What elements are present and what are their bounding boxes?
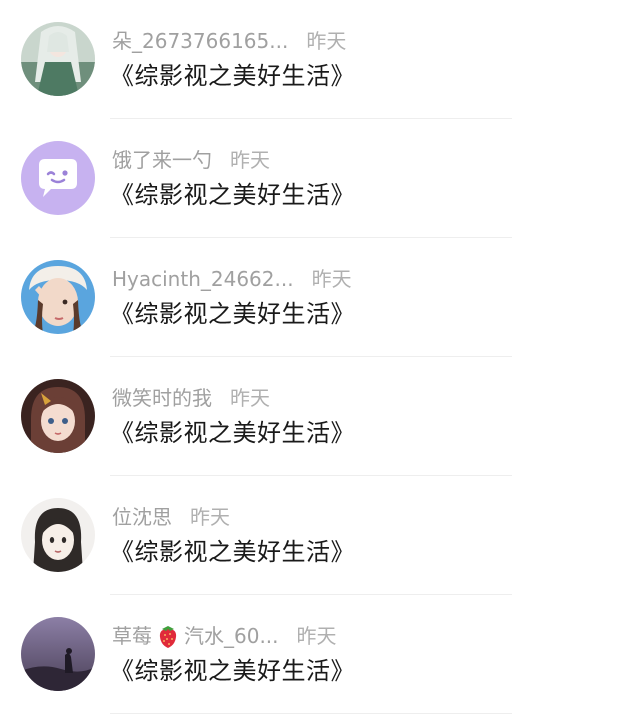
user-name[interactable]: 草莓 [112,622,152,650]
user-name[interactable]: 微笑时的我 [112,384,212,412]
girl-fur-hat-avatar [21,260,95,334]
timestamp: 昨天 [296,624,337,648]
user-name[interactable]: Hyacinth_24662... [112,265,294,293]
user-name[interactable]: 饿了来一勺 [112,146,212,174]
item-title[interactable]: 《综影视之美好生活》 [110,416,355,450]
anime-girl-dark-hair-avatar [21,379,95,453]
list-item[interactable]: 位沈思 昨天 《综影视之美好生活》 [0,476,640,595]
user-name-suffix[interactable]: 汽水_60... [184,622,279,650]
item-meta: 位沈思 昨天 [112,503,230,531]
purple-chat-bubble-face-avatar [21,141,95,215]
divider [110,713,512,714]
avatar[interactable] [21,22,95,96]
avatar[interactable] [21,260,95,334]
item-title[interactable]: 《综影视之美好生活》 [110,535,355,569]
list-item[interactable]: 饿了来一勺 昨天 《综影视之美好生活》 [0,119,640,238]
avatar[interactable] [21,379,95,453]
timestamp: 昨天 [311,267,352,291]
anime-girl-green-dress-avatar [21,22,95,96]
item-title[interactable]: 《综影视之美好生活》 [110,178,355,212]
item-meta: 饿了来一勺 昨天 [112,146,270,174]
purple-sky-silhouette-avatar [21,617,95,691]
avatar[interactable] [21,141,95,215]
list-item[interactable]: 草莓 汽水_60... 昨天 《综影视之美好生活》 [0,595,640,714]
item-meta: Hyacinth_24662... 昨天 [112,265,352,293]
item-title[interactable]: 《综影视之美好生活》 [110,297,355,331]
cartoon-girl-sketch-avatar [21,498,95,572]
list-item[interactable]: Hyacinth_24662... 昨天 《综影视之美好生活》 [0,238,640,357]
timestamp: 昨天 [306,29,347,53]
comment-list: 朵_2673766165... 昨天 《综影视之美好生活》 饿了来一勺 昨天 《… [0,0,640,714]
user-name[interactable]: 朵_2673766165... [112,27,288,55]
item-title[interactable]: 《综影视之美好生活》 [110,59,355,93]
item-title[interactable]: 《综影视之美好生活》 [110,654,355,688]
timestamp: 昨天 [230,148,270,172]
timestamp: 昨天 [190,505,230,529]
list-item[interactable]: 朵_2673766165... 昨天 《综影视之美好生活》 [0,0,640,119]
avatar[interactable] [21,617,95,691]
item-meta: 微笑时的我 昨天 [112,384,270,412]
strawberry-icon [159,626,177,648]
user-name[interactable]: 位沈思 [112,503,172,531]
item-meta: 朵_2673766165... 昨天 [112,27,346,55]
item-meta: 草莓 汽水_60... 昨天 [112,622,337,650]
list-item[interactable]: 微笑时的我 昨天 《综影视之美好生活》 [0,357,640,476]
avatar[interactable] [21,498,95,572]
timestamp: 昨天 [230,386,270,410]
